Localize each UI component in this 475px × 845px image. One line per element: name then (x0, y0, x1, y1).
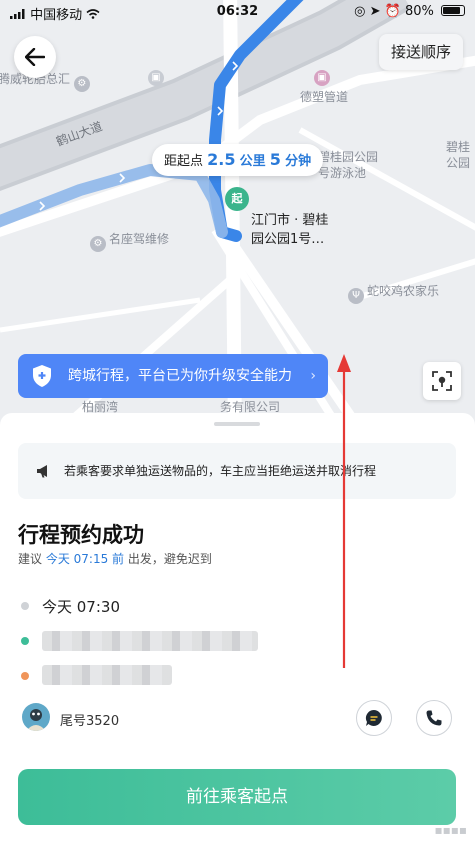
notice-bar: 若乘客要求单独运送物品的，车主应当拒绝运送并取消行程 (18, 443, 456, 499)
message-button[interactable] (356, 700, 392, 736)
start-location-blurred (42, 631, 258, 651)
poi-label: 碧桂园公园 (318, 150, 379, 164)
locate-icon (432, 371, 452, 391)
time-dot (21, 602, 29, 610)
wrench-icon: ⚙ (90, 236, 106, 252)
passenger-tail-number: 尾号3520 (60, 714, 120, 729)
pickup-order-button[interactable]: 接送顺序 (378, 34, 463, 70)
go-to-pickup-button[interactable]: 前往乘客起点 (18, 769, 456, 825)
poi-label: 号游泳池 (318, 166, 367, 180)
end-location-blurred (42, 665, 172, 685)
alarm-icon: ⏰ (384, 4, 401, 19)
chat-icon (365, 709, 382, 726)
duration-value: 5 (269, 150, 281, 169)
lock-rotation-icon: ◎ (354, 4, 366, 19)
phone-icon (426, 710, 442, 726)
trip-title: 行程预约成功 (18, 523, 144, 547)
chevron-right-icon: › (310, 368, 316, 384)
start-address: 江门市 · 碧桂 园公园1号… (251, 213, 329, 247)
start-dot (21, 637, 29, 645)
distance-value: 2.5 (207, 150, 236, 169)
avatar[interactable] (22, 703, 50, 731)
distance-bubble: 距起点 2.5 公里 5 分钟 (152, 144, 324, 176)
departure-hint: 建议 今天 07:15 前 出发，避免迟到 (18, 552, 212, 566)
shop-icon: ▣ (314, 66, 333, 86)
battery-percent: 80% (404, 4, 434, 19)
status-right: ◎ ➤ ⏰ 80% (354, 4, 465, 19)
restaurant-icon: Ψ (348, 288, 364, 304)
depart-time: 今天 07:30 (42, 598, 120, 616)
bottom-sheet: 若乘客要求单独运送物品的，车主应当拒绝运送并取消行程 行程预约成功 建议 今天 … (0, 413, 475, 845)
arrow-left-icon (25, 48, 45, 66)
status-bar: 中国移动 06:32 ◎ ➤ ⏰ 80% (0, 0, 475, 24)
shop-icon: ▣ (148, 66, 167, 86)
poi-label: Ψ 蛇咬鸡农家乐 (348, 282, 439, 304)
safety-banner[interactable]: 跨城行程，平台已为你升级安全能力 › (18, 354, 328, 398)
watermark: ▪▪▪▪ (434, 823, 467, 837)
megaphone-icon (37, 465, 47, 478)
locate-button[interactable] (423, 362, 461, 400)
end-dot (21, 672, 29, 680)
poi-label: ⚙ 名座驾维修 (90, 230, 169, 252)
poi-label: 公园 (446, 156, 471, 170)
location-icon: ➤ (369, 4, 381, 19)
back-button[interactable] (14, 36, 56, 78)
battery-icon (441, 5, 465, 16)
poi-label: 碧桂 (446, 140, 471, 154)
drag-handle[interactable] (214, 422, 260, 426)
call-button[interactable] (416, 700, 452, 736)
wrench-icon: ⚙ (73, 76, 90, 92)
start-pin-icon[interactable]: 起 (225, 187, 249, 211)
shield-icon (33, 365, 51, 387)
poi-label: 德塑管道 (300, 90, 349, 104)
